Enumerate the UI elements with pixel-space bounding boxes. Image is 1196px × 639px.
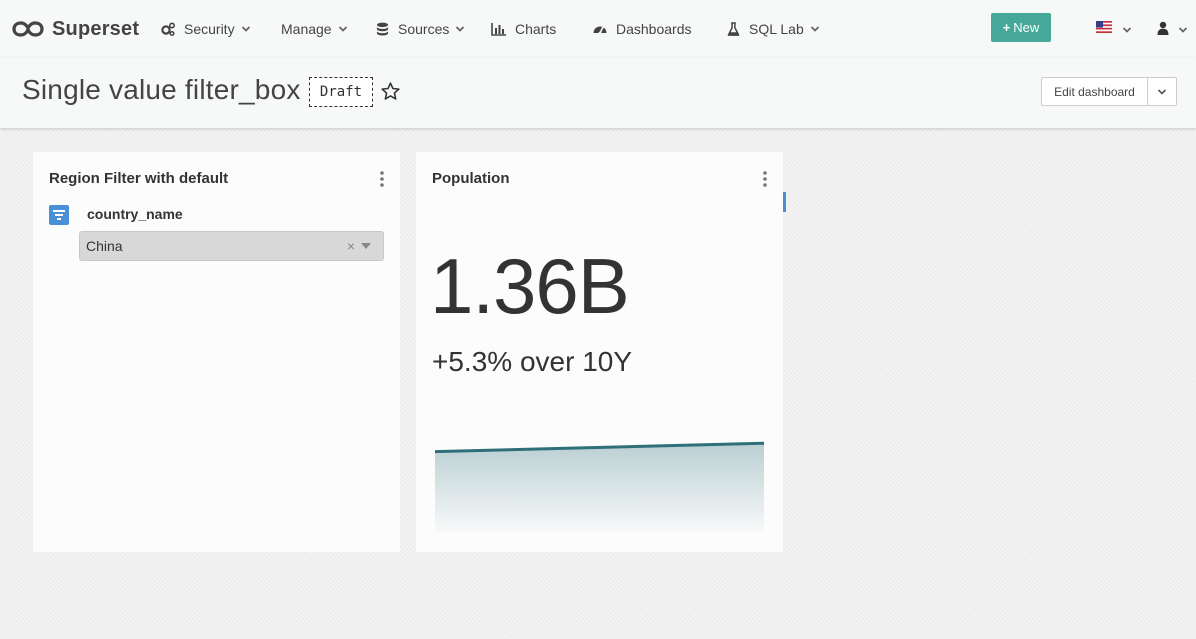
filter-field-label: country_name — [87, 206, 183, 222]
us-flag-icon[interactable] — [1096, 21, 1112, 33]
dashboard-header: Single value filter_box Draft Edit dashb… — [0, 58, 1196, 128]
nav-menu-dashboards[interactable]: Dashboards — [592, 18, 692, 40]
nav-menu-security[interactable]: Security — [160, 18, 251, 40]
user-icon[interactable] — [1157, 21, 1169, 35]
more-options-dropdown-button[interactable] — [1148, 78, 1176, 105]
big-number-card: Population 1.36B +5.3% over 10Y — [416, 152, 783, 552]
country-name-select[interactable]: China × — [79, 231, 384, 261]
nav-menu-label: Security — [184, 21, 235, 37]
chevron-down-icon — [456, 26, 465, 32]
card-title: Population — [432, 170, 510, 187]
trendline-chart — [434, 441, 765, 532]
draft-status-badge[interactable]: Draft — [309, 77, 373, 107]
big-number-value: 1.36B — [430, 242, 630, 330]
dashboard-title[interactable]: Single value filter_box — [22, 74, 301, 106]
nav-menu-sources[interactable]: Sources — [374, 18, 465, 40]
plus-icon: + — [1002, 20, 1011, 35]
brand-name: Superset — [52, 17, 140, 40]
nav-menu-label: Dashboards — [616, 21, 692, 37]
nav-menu-label: Manage — [281, 21, 332, 37]
database-icon — [374, 21, 390, 37]
superset-logo-icon — [12, 21, 44, 37]
big-number-subheader: +5.3% over 10Y — [432, 346, 633, 377]
brand-logo-link[interactable]: Superset — [12, 15, 139, 43]
nav-menu-charts[interactable]: Charts — [491, 18, 556, 40]
resize-handle[interactable] — [783, 192, 786, 212]
cogs-icon — [160, 21, 176, 37]
nav-menu-label: Sources — [398, 21, 450, 37]
bar-chart-icon — [491, 21, 507, 37]
filter-box-card: Region Filter with default country_name … — [33, 152, 400, 552]
new-button-label: New — [1013, 20, 1040, 35]
vertical-ellipsis-icon[interactable] — [762, 170, 768, 188]
top-navbar: Superset Security Manage Sources Charts … — [0, 0, 1196, 58]
trendline-area — [435, 443, 764, 532]
nav-menu-label: SQL Lab — [749, 21, 804, 37]
nav-menu-manage[interactable]: Manage — [281, 18, 348, 40]
edit-dashboard-button-group: Edit dashboard — [1041, 77, 1177, 106]
chevron-down-icon — [241, 26, 250, 32]
card-title: Region Filter with default — [49, 170, 229, 187]
selected-value: China — [86, 238, 123, 254]
clear-selection-icon[interactable]: × — [347, 238, 355, 254]
edit-dashboard-button[interactable]: Edit dashboard — [1042, 78, 1148, 105]
dashboard-icon — [592, 21, 608, 37]
flask-icon — [725, 21, 741, 37]
chevron-down-icon — [338, 26, 347, 32]
chevron-down-icon[interactable] — [1122, 25, 1132, 35]
vertical-ellipsis-icon[interactable] — [379, 170, 385, 188]
star-icon[interactable] — [380, 81, 401, 102]
chevron-down-icon — [810, 26, 819, 32]
nav-menu-sql-lab[interactable]: SQL Lab — [725, 18, 820, 40]
new-button[interactable]: + New — [991, 13, 1051, 42]
chevron-down-icon — [1157, 88, 1167, 95]
filter-icon — [49, 205, 69, 225]
dropdown-arrow-icon[interactable] — [361, 243, 371, 249]
nav-menu-label: Charts — [515, 21, 557, 37]
chevron-down-icon[interactable] — [1178, 25, 1188, 35]
